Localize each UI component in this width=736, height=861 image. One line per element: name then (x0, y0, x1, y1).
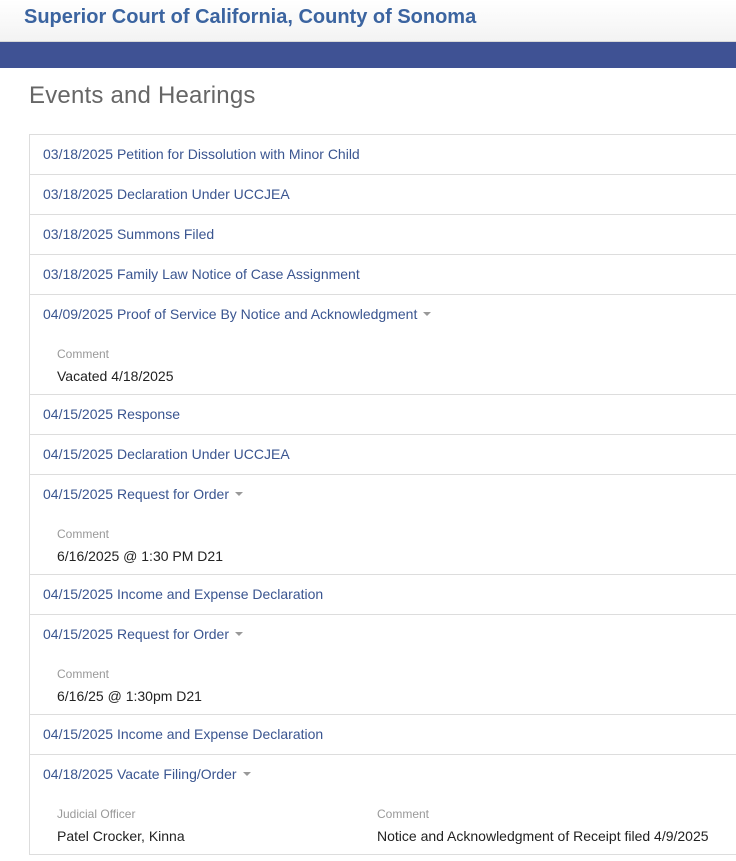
event-item: 04/15/2025 Income and Expense Declaratio… (30, 715, 736, 755)
event-link[interactable]: 03/18/2025 Family Law Notice of Case Ass… (30, 255, 736, 294)
event-item: 04/15/2025 Response (30, 395, 736, 435)
judicial-officer-label: Judicial Officer (57, 807, 136, 821)
event-link[interactable]: 03/18/2025 Summons Filed (30, 215, 736, 254)
site-header: Superior Court of California, County of … (0, 0, 736, 42)
judicial-officer-field: Judicial Officer Patel Crocker, Kinna (57, 807, 185, 844)
event-label[interactable]: 04/15/2025 Declaration Under UCCJEA (43, 446, 290, 462)
comment-value: Vacated 4/18/2025 (57, 368, 174, 384)
event-item: 04/15/2025 Declaration Under UCCJEA (30, 435, 736, 475)
event-label[interactable]: 04/18/2025 Vacate Filing/Order (43, 766, 237, 782)
event-label[interactable]: 03/18/2025 Declaration Under UCCJEA (43, 186, 290, 202)
caret-down-icon[interactable] (242, 772, 251, 777)
event-item: 04/15/2025 Income and Expense Declaratio… (30, 575, 736, 615)
comment-label: Comment (377, 807, 430, 821)
event-link[interactable]: 04/15/2025 Declaration Under UCCJEA (30, 435, 736, 474)
event-label[interactable]: 04/15/2025 Income and Expense Declaratio… (43, 586, 323, 602)
event-link[interactable]: 03/18/2025 Declaration Under UCCJEA (30, 175, 736, 214)
comment-label: Comment (57, 347, 110, 361)
comment-field: Comment 6/16/2025 @ 1:30 PM D21 (57, 527, 223, 564)
event-link[interactable]: 04/15/2025 Request for Order (30, 475, 736, 514)
event-label[interactable]: 03/18/2025 Petition for Dissolution with… (43, 146, 360, 162)
event-link[interactable]: 03/18/2025 Petition for Dissolution with… (30, 135, 736, 174)
event-item-expanded: 04/15/2025 Request for Order Comment 6/1… (30, 475, 736, 575)
event-label[interactable]: 04/15/2025 Response (43, 406, 180, 422)
event-link[interactable]: 04/15/2025 Request for Order (30, 615, 736, 654)
caret-down-icon[interactable] (423, 312, 432, 317)
caret-down-icon[interactable] (235, 632, 244, 637)
event-link[interactable]: 04/15/2025 Income and Expense Declaratio… (30, 715, 736, 754)
event-item-expanded: 04/15/2025 Request for Order Comment 6/1… (30, 615, 736, 715)
event-item: 03/18/2025 Family Law Notice of Case Ass… (30, 255, 736, 295)
event-label[interactable]: 04/15/2025 Income and Expense Declaratio… (43, 726, 323, 742)
comment-field: Comment 6/16/25 @ 1:30pm D21 (57, 667, 202, 704)
nav-bar (0, 42, 736, 68)
event-link[interactable]: 04/15/2025 Response (30, 395, 736, 434)
event-detail: Comment 6/16/2025 @ 1:30 PM D21 (30, 514, 736, 574)
event-link[interactable]: 04/18/2025 Vacate Filing/Order (30, 755, 736, 794)
event-label[interactable]: 04/09/2025 Proof of Service By Notice an… (43, 306, 417, 322)
event-detail: Judicial Officer Patel Crocker, Kinna Co… (30, 794, 736, 854)
event-label[interactable]: 03/18/2025 Family Law Notice of Case Ass… (43, 266, 360, 282)
event-label[interactable]: 04/15/2025 Request for Order (43, 486, 229, 502)
caret-down-icon[interactable] (235, 492, 244, 497)
event-label[interactable]: 04/15/2025 Request for Order (43, 626, 229, 642)
event-detail: Comment 6/16/25 @ 1:30pm D21 (30, 654, 736, 714)
event-link[interactable]: 04/15/2025 Income and Expense Declaratio… (30, 575, 736, 614)
event-item: 03/18/2025 Summons Filed (30, 215, 736, 255)
event-label[interactable]: 03/18/2025 Summons Filed (43, 226, 214, 242)
comment-value: 6/16/2025 @ 1:30 PM D21 (57, 548, 223, 564)
page-title: Events and Hearings (29, 82, 256, 109)
events-list: 03/18/2025 Petition for Dissolution with… (29, 134, 736, 855)
comment-value: Notice and Acknowledgment of Receipt fil… (377, 828, 709, 844)
comment-value: 6/16/25 @ 1:30pm D21 (57, 688, 202, 704)
comment-label: Comment (57, 527, 110, 541)
comment-field: Comment Vacated 4/18/2025 (57, 347, 174, 384)
judicial-officer-value: Patel Crocker, Kinna (57, 828, 185, 844)
comment-field: Comment Notice and Acknowledgment of Rec… (377, 807, 709, 844)
event-link[interactable]: 04/09/2025 Proof of Service By Notice an… (30, 295, 736, 334)
event-item: 03/18/2025 Declaration Under UCCJEA (30, 175, 736, 215)
event-item-expanded: 04/09/2025 Proof of Service By Notice an… (30, 295, 736, 395)
site-title[interactable]: Superior Court of California, County of … (24, 6, 476, 29)
event-item-expanded: 04/18/2025 Vacate Filing/Order Judicial … (30, 755, 736, 855)
event-item: 03/18/2025 Petition for Dissolution with… (30, 135, 736, 175)
comment-label: Comment (57, 667, 110, 681)
event-detail: Comment Vacated 4/18/2025 (30, 334, 736, 394)
